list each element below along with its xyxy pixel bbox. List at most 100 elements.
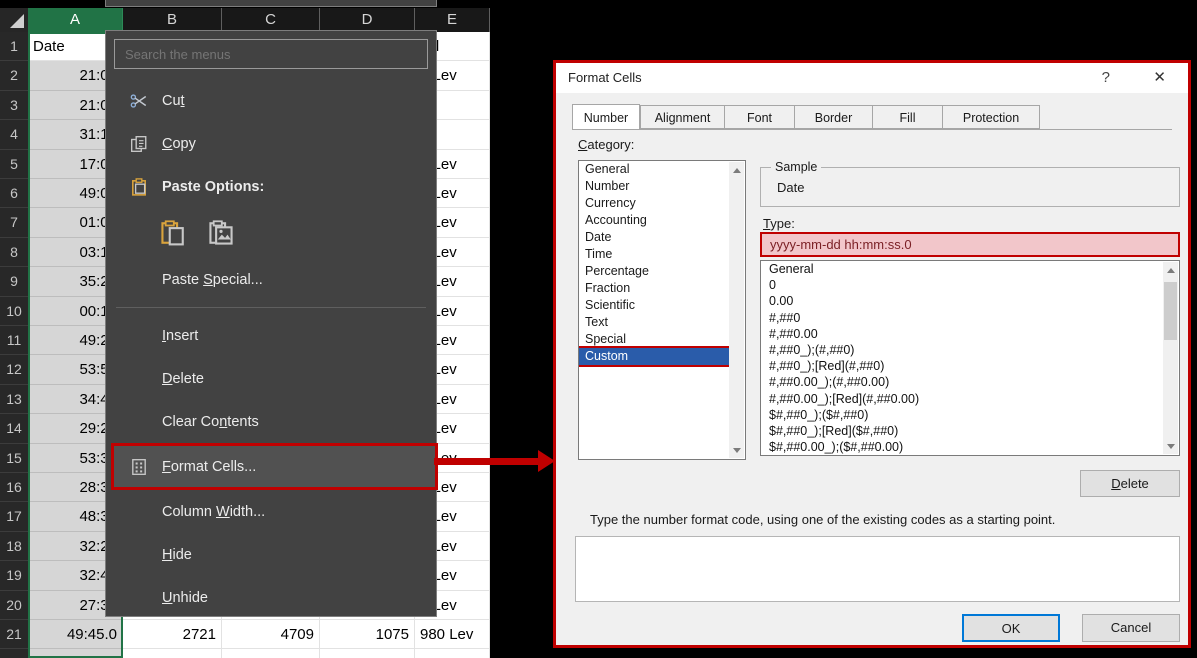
row-header-14[interactable]: 14 (0, 414, 28, 443)
row-header-17[interactable]: 17 (0, 502, 28, 531)
format-code-item-2[interactable]: 0.00 (761, 293, 1179, 309)
category-item-general[interactable]: General (579, 161, 729, 178)
column-header-d[interactable]: D (320, 8, 415, 32)
menu-item-column-width[interactable]: Column Width... (106, 490, 436, 533)
column-header-b[interactable]: B (123, 8, 222, 32)
category-item-percentage[interactable]: Percentage (579, 263, 729, 280)
column-header-c[interactable]: C (222, 8, 320, 32)
row-header-1[interactable]: 1 (0, 32, 28, 61)
search-input[interactable] (114, 39, 428, 69)
scissors-icon (128, 92, 150, 110)
category-item-date[interactable]: Date (579, 229, 729, 246)
tab-protection[interactable]: Protection (942, 105, 1040, 129)
format-code-item-10[interactable]: $#,##0_);[Red]($#,##0) (761, 423, 1179, 439)
category-item-custom[interactable]: Custom (579, 348, 729, 365)
row-header-8[interactable]: 8 (0, 238, 28, 267)
menu-item-insert[interactable]: Insert (106, 314, 436, 357)
menu-item-paste-options[interactable]: Paste Options: (106, 165, 436, 208)
format-code-item-6[interactable]: #,##0_);[Red](#,##0) (761, 358, 1179, 374)
scrollbar-thumb[interactable] (1164, 282, 1177, 340)
format-code-item-9[interactable]: $#,##0_);($#,##0) (761, 407, 1179, 423)
row-header-22[interactable]: 22 (0, 649, 28, 658)
tab-fill[interactable]: Fill (872, 105, 942, 129)
scroll-down-icon[interactable] (1163, 438, 1178, 454)
type-label: Type: (763, 216, 795, 231)
cell-a22[interactable]: 53:38.0 (28, 649, 123, 658)
menu-item-cut[interactable]: Cut (106, 79, 436, 122)
tab-font[interactable]: Font (724, 105, 794, 129)
type-input[interactable] (760, 232, 1180, 257)
cell-d21[interactable]: 1075 (320, 620, 415, 649)
format-code-item-8[interactable]: #,##0.00_);[Red](#,##0.00) (761, 391, 1179, 407)
row-header-13[interactable]: 13 (0, 385, 28, 414)
ok-button[interactable]: OK (962, 614, 1060, 642)
menu-item-label: Clear Contents (162, 414, 259, 430)
row-header-16[interactable]: 16 (0, 473, 28, 502)
format-code-item-1[interactable]: 0 (761, 277, 1179, 293)
cell-c21[interactable]: 4709 (222, 620, 320, 649)
row-header-7[interactable]: 7 (0, 208, 28, 237)
menu-item-format-cells[interactable]: Format Cells... (111, 443, 438, 490)
tab-number[interactable]: Number (572, 104, 640, 130)
menu-item-label: Insert (162, 328, 198, 344)
row-header-11[interactable]: 11 (0, 326, 28, 355)
cell-e21[interactable]: 980 Lev (415, 620, 490, 649)
menu-item-paste-special[interactable]: Paste Special... (106, 258, 436, 301)
scroll-up-icon[interactable] (1163, 262, 1178, 278)
cell-a21[interactable]: 49:45.0 (28, 620, 123, 649)
paste-picture-icon[interactable] (204, 216, 238, 250)
column-header-a[interactable]: A (28, 8, 123, 32)
category-item-special[interactable]: Special (579, 331, 729, 348)
category-item-currency[interactable]: Currency (579, 195, 729, 212)
category-item-time[interactable]: Time (579, 246, 729, 263)
menu-item-delete[interactable]: Delete (106, 357, 436, 400)
select-all-corner[interactable] (0, 8, 28, 32)
row-header-9[interactable]: 9 (0, 267, 28, 296)
paste-icon[interactable] (156, 216, 190, 250)
format-code-item-4[interactable]: #,##0.00 (761, 326, 1179, 342)
tab-border[interactable]: Border (794, 105, 872, 129)
row-header-4[interactable]: 4 (0, 120, 28, 149)
row-header-5[interactable]: 5 (0, 150, 28, 179)
tab-alignment[interactable]: Alignment (640, 105, 724, 129)
row-header-18[interactable]: 18 (0, 532, 28, 561)
row-header-12[interactable]: 12 (0, 355, 28, 384)
format-code-item-7[interactable]: #,##0.00_);(#,##0.00) (761, 374, 1179, 390)
row-header-2[interactable]: 2 (0, 61, 28, 90)
delete-button[interactable]: Delete (1080, 470, 1180, 497)
cell-e22[interactable]: 948 Lev (415, 649, 490, 658)
scroll-down-icon[interactable] (729, 442, 744, 458)
row-header-3[interactable]: 3 (0, 91, 28, 120)
format-code-item-5[interactable]: #,##0_);(#,##0) (761, 342, 1179, 358)
cancel-button[interactable]: Cancel (1082, 614, 1180, 642)
row-header-21[interactable]: 21 (0, 620, 28, 649)
category-item-text[interactable]: Text (579, 314, 729, 331)
row-header-6[interactable]: 6 (0, 179, 28, 208)
category-item-fraction[interactable]: Fraction (579, 280, 729, 297)
close-icon[interactable]: ✕ (1153, 63, 1166, 93)
format-code-item-11[interactable]: $#,##0.00_);($#,##0.00) (761, 439, 1179, 455)
row-header-19[interactable]: 19 (0, 561, 28, 590)
menu-item-label: Paste Options: (162, 179, 264, 195)
row-header-15[interactable]: 15 (0, 444, 28, 473)
column-header-e[interactable]: E (415, 8, 490, 32)
cell-b22[interactable]: 2835 (123, 649, 222, 658)
menu-item-unhide[interactable]: Unhide (106, 576, 436, 619)
scroll-up-icon[interactable] (729, 162, 744, 178)
menu-item-label: Cut (162, 93, 185, 109)
row-header-10[interactable]: 10 (0, 297, 28, 326)
category-item-scientific[interactable]: Scientific (579, 297, 729, 314)
menu-item-hide[interactable]: Hide (106, 533, 436, 576)
category-item-number[interactable]: Number (579, 178, 729, 195)
cell-c22[interactable]: 4738 (222, 649, 320, 658)
format-code-item-3[interactable]: #,##0 (761, 310, 1179, 326)
format-code-item-0[interactable]: General (761, 261, 1179, 277)
row-header-20[interactable]: 20 (0, 591, 28, 620)
menu-item-clear-contents[interactable]: Clear Contents (106, 400, 436, 443)
menu-item-copy[interactable]: Copy (106, 122, 436, 165)
help-icon[interactable]: ? (1102, 63, 1110, 93)
category-item-accounting[interactable]: Accounting (579, 212, 729, 229)
cell-b21[interactable]: 2721 (123, 620, 222, 649)
cell-d22[interactable]: 1113 (320, 649, 415, 658)
sample-label: Sample (771, 160, 821, 174)
